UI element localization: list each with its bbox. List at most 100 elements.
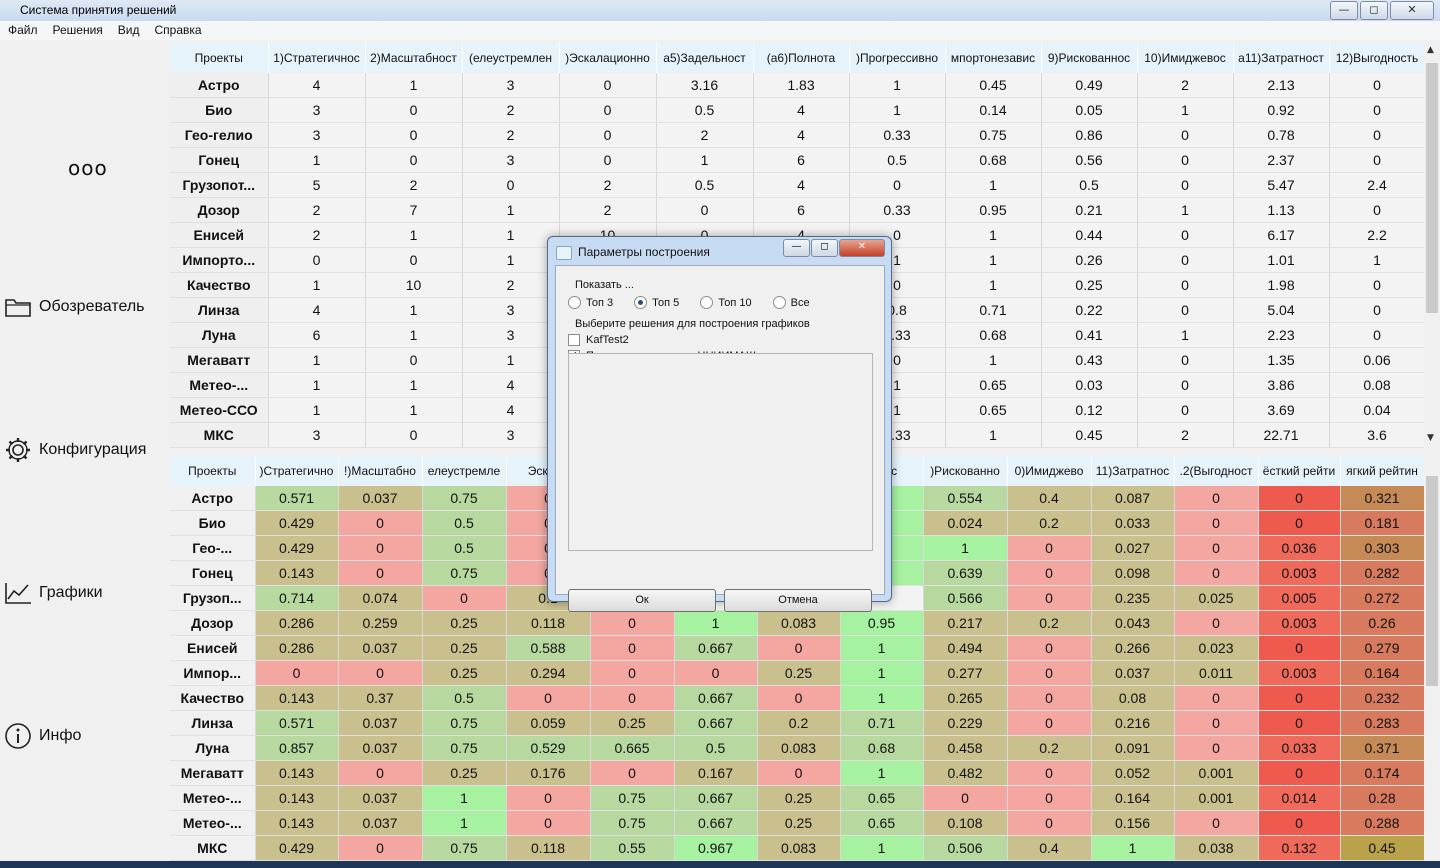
table-row[interactable]: Гонец 1 0 3 0 1 6 0.5 0.68 0.56 0 2.37 0	[170, 147, 1424, 173]
table-cell[interactable]: 0.75	[422, 560, 507, 586]
minimize-button[interactable]: —	[1330, 1, 1358, 20]
table-cell[interactable]: 0.45	[945, 73, 1042, 98]
table-cell[interactable]: 0.68	[945, 147, 1042, 173]
table-cell[interactable]: 0.5	[674, 735, 758, 761]
table-cell[interactable]: 0	[1174, 735, 1259, 761]
table-cell[interactable]: 0.25	[422, 635, 507, 661]
table-cell[interactable]: 0	[1137, 222, 1234, 248]
project-name-cell[interactable]: Метео-ССО	[170, 397, 269, 423]
table-cell[interactable]: 0	[1258, 760, 1341, 786]
table-cell[interactable]: 5.04	[1233, 297, 1330, 323]
column-header[interactable]: елеустремле	[422, 456, 507, 486]
table-cell[interactable]: 0.083	[757, 610, 841, 636]
table-cell[interactable]: 0.5	[1041, 172, 1138, 198]
table-cell[interactable]: 0.037	[338, 810, 423, 836]
table-cell[interactable]: 1	[1137, 197, 1234, 223]
table-cell[interactable]: 1	[365, 397, 463, 423]
table-cell[interactable]: 1	[462, 197, 560, 223]
radio-top3[interactable]: Топ 3	[568, 296, 613, 309]
menu-help[interactable]: Справка	[147, 21, 209, 37]
table-cell[interactable]: 0.12	[1041, 397, 1138, 423]
table-cell[interactable]: 0.087	[1091, 486, 1175, 511]
table-cell[interactable]: 0.75	[590, 810, 675, 836]
table-cell[interactable]: 0.71	[945, 297, 1042, 323]
table-cell[interactable]: 0.5	[656, 97, 754, 123]
project-name-cell[interactable]: Грузоп...	[170, 585, 256, 611]
project-name-cell[interactable]: Качество	[170, 272, 269, 298]
table-cell[interactable]: 0.181	[1340, 510, 1424, 536]
table-cell[interactable]: 0	[1137, 447, 1234, 448]
table-cell[interactable]: 0.037	[338, 635, 423, 661]
table-cell[interactable]: 0.55	[590, 835, 675, 861]
table-cell[interactable]: 0	[1137, 297, 1234, 323]
table-cell[interactable]: 0	[1258, 685, 1341, 711]
table-cell[interactable]: 0.95	[840, 610, 924, 636]
table-cell[interactable]: 0	[590, 660, 675, 686]
table-cell[interactable]: 0.321	[1340, 486, 1424, 511]
table-cell[interactable]: 0	[1007, 760, 1092, 786]
table-cell[interactable]: 0	[559, 147, 657, 173]
table-cell[interactable]: 0.25	[757, 810, 841, 836]
project-name-cell[interactable]: Метео-...	[170, 810, 256, 836]
project-name-cell[interactable]: Метео-...	[170, 785, 256, 811]
table-cell[interactable]: 2.13	[1233, 73, 1330, 98]
table-cell[interactable]: 1	[840, 760, 924, 786]
project-name-cell[interactable]: Био	[170, 510, 256, 536]
table-cell[interactable]: 0.059	[506, 710, 591, 736]
table-cell[interactable]: 1	[945, 347, 1042, 373]
table-cell[interactable]: 1.98	[1233, 447, 1330, 448]
table-cell[interactable]: 1	[462, 247, 560, 273]
project-name-cell[interactable]: Луна	[170, 735, 256, 761]
table-cell[interactable]: 4	[462, 397, 560, 423]
table-cell[interactable]: 1	[365, 297, 463, 323]
table-cell[interactable]: 1	[422, 785, 507, 811]
table-cell[interactable]: 0.554	[923, 486, 1008, 511]
table-cell[interactable]: 0	[1007, 585, 1092, 611]
table-cell[interactable]: 0	[1007, 635, 1092, 661]
table-cell[interactable]: 0.45	[1041, 422, 1138, 448]
table-cell[interactable]: 0.75	[945, 122, 1042, 148]
table-cell[interactable]: 0.458	[923, 735, 1008, 761]
table-cell[interactable]: 0	[1007, 785, 1092, 811]
table-cell[interactable]: 0.108	[923, 810, 1008, 836]
table-cell[interactable]: 0	[923, 785, 1008, 811]
table-cell[interactable]: 0.4	[1007, 486, 1092, 511]
table-cell[interactable]: 0	[1329, 322, 1424, 348]
table-cell[interactable]: 0.003	[1258, 610, 1341, 636]
table-cell[interactable]: 0	[1174, 610, 1259, 636]
table-cell[interactable]: 0	[462, 172, 560, 198]
table-cell[interactable]: 0	[1174, 560, 1259, 586]
table-cell[interactable]: 0	[1329, 147, 1424, 173]
table-cell[interactable]: 0	[1007, 685, 1092, 711]
table-cell[interactable]: 0	[365, 422, 463, 448]
table-cell[interactable]: 3.6	[1329, 422, 1424, 448]
table-cell[interactable]: 2	[462, 122, 560, 148]
column-header[interactable]: 2)Масштабност	[365, 43, 463, 73]
table-cell[interactable]: 0.216	[1091, 710, 1175, 736]
table-cell[interactable]: 0.04	[1329, 397, 1424, 423]
table-cell[interactable]: 4	[753, 97, 850, 123]
table-cell[interactable]: 3	[462, 422, 560, 448]
table-cell[interactable]: 1	[268, 372, 366, 398]
table-cell[interactable]: 0	[559, 122, 657, 148]
table-cell[interactable]: 0	[506, 785, 591, 811]
table-cell[interactable]: 0.75	[422, 835, 507, 861]
table-cell[interactable]: 0.156	[1091, 810, 1175, 836]
table-cell[interactable]: 0	[1329, 447, 1424, 448]
table-cell[interactable]: 6.17	[1233, 222, 1330, 248]
table-cell[interactable]: 3	[268, 422, 366, 448]
table-cell[interactable]: 0.143	[255, 560, 339, 586]
table-cell[interactable]: 0.05	[1041, 97, 1138, 123]
table-cell[interactable]: 0.45	[1340, 835, 1424, 861]
project-name-cell[interactable]: Луна	[170, 322, 269, 348]
table-cell[interactable]: 1	[365, 322, 463, 348]
table-cell[interactable]: 0.14	[945, 97, 1042, 123]
table-cell[interactable]: 0	[1174, 510, 1259, 536]
table-cell[interactable]: 0.86	[1041, 122, 1138, 148]
table-cell[interactable]: 6	[268, 322, 366, 348]
table-cell[interactable]: 0.92	[1233, 97, 1330, 123]
table-cell[interactable]: 0.25	[590, 710, 675, 736]
table-cell[interactable]: 0.33	[849, 197, 946, 223]
menu-decisions[interactable]: Решения	[45, 21, 110, 37]
menu-view[interactable]: Вид	[110, 21, 147, 37]
